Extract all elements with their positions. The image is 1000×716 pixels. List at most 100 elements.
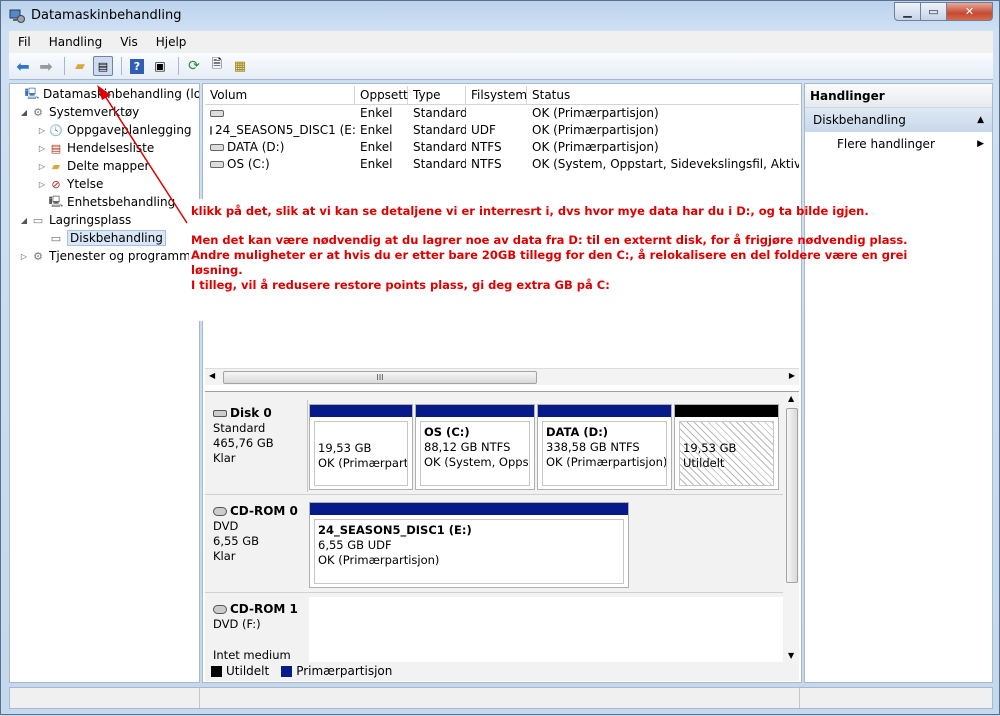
legend: Utildelt Primærpartisjon [209, 663, 392, 679]
more-actions-item[interactable]: Flere handlinger ▶ [805, 132, 992, 156]
folder-up-icon: ▰ [75, 58, 85, 74]
menu-vis[interactable]: Vis [111, 35, 147, 49]
system-tools-icon: ⚙ [33, 105, 43, 119]
menu-fil[interactable]: Fil [9, 35, 40, 49]
show-action-pane-button[interactable]: ▣ [150, 56, 170, 76]
disk-separator [205, 592, 783, 593]
partition-data-d[interactable]: DATA (D:) 338,58 GB NTFS OK (Primærpartisj… [537, 404, 672, 490]
tree-item-enhetsbehandling[interactable]: 🖳 Enhetsbehandling [36, 193, 176, 211]
forward-button[interactable]: ➡ [36, 56, 56, 76]
table-row[interactable]: DATA (D:) Enkel Standard NTFS OK (Primær… [205, 139, 799, 156]
title-bar[interactable]: Datamaskinbehandling ▁ ▭ ✕ [1, 1, 999, 31]
tree-item-root[interactable]: 🖳Datamaskinbehandling (lokal) [12, 85, 199, 103]
up-folder-button[interactable]: ▰ [70, 56, 90, 76]
close-icon: ✕ [964, 5, 975, 18]
partition-os-c[interactable]: OS (C:) 88,12 GB NTFS OK (System, Oppsta [415, 404, 535, 490]
drive-icon [210, 161, 224, 168]
scroll-down-icon[interactable]: ▼ [788, 651, 794, 660]
toolbar-separator [178, 57, 179, 75]
annotation-text-3: Andre muligheter er at hvis du er etter … [191, 248, 908, 262]
tree-item-hendelsesliste[interactable]: ▷ ▤ Hendelsesliste [36, 139, 154, 157]
volume-list-header: Volum Oppsett Type Filsystem Status [205, 86, 799, 105]
actions-pane: Handlinger Diskbehandling ▲ Flere handlin… [804, 83, 993, 683]
table-row[interactable]: OS (C:) Enkel Standard NTFS OK (System, … [205, 156, 799, 173]
menu-handling[interactable]: Handling [40, 35, 112, 49]
tree-item-delte-mapper[interactable]: ▷ ▰ Delte mapper [36, 157, 150, 175]
minimize-icon: ▁ [903, 5, 912, 18]
disk-separator [205, 494, 783, 495]
refresh-icon: ⟳ [188, 58, 200, 74]
expand-arrow-icon[interactable]: ▷ [36, 180, 48, 189]
annotation-text-2: Men det kan være nødvendig at du lagrer … [191, 233, 908, 247]
status-bar [9, 687, 993, 709]
toolbar-separator [64, 57, 65, 75]
expand-arrow-icon[interactable]: ▷ [36, 126, 48, 135]
show-hide-console-tree-button[interactable]: ▤ [93, 56, 113, 76]
status-pane [10, 688, 200, 708]
horizontal-scrollbar[interactable]: ◀ III ▶ [205, 368, 799, 385]
checklist-button[interactable]: ▦ [230, 56, 250, 76]
hard-disk-icon [213, 410, 227, 417]
cd-drive-icon [210, 126, 212, 135]
expand-arrow-icon[interactable]: ▷ [36, 144, 48, 153]
column-volum[interactable]: Volum [205, 86, 355, 104]
actions-section-diskbehandling[interactable]: Diskbehandling ▲ [805, 108, 992, 132]
scroll-right-icon[interactable]: ▶ [789, 371, 795, 380]
collapse-arrow-icon[interactable]: ◢ [18, 108, 30, 117]
partition-system-reserved[interactable]: 19,53 GB OK (Primærpartis [309, 404, 413, 490]
action-pane-icon: ▣ [154, 59, 166, 73]
tree-item-diskbehandling[interactable]: ▭ Diskbehandling [36, 229, 166, 247]
toolbar-separator [121, 57, 122, 75]
properties-button[interactable]: 🗎 [207, 56, 227, 76]
column-type[interactable]: Type [408, 86, 466, 104]
scroll-thumb[interactable] [786, 408, 798, 583]
scroll-left-icon[interactable]: ◀ [209, 371, 215, 380]
checklist-icon: ▦ [233, 58, 247, 74]
column-oppsett[interactable]: Oppsett [355, 86, 408, 104]
tree-item-oppgaveplanlegging[interactable]: ▷ 🕓 Oppgaveplanlegging [36, 121, 192, 139]
column-status[interactable]: Status [527, 86, 799, 104]
event-viewer-icon: ▤ [50, 141, 62, 155]
menu-hjelp[interactable]: Hjelp [147, 35, 196, 49]
disk0-label[interactable]: Disk 0 Standard 465,76 GB Klar [209, 406, 305, 466]
expand-arrow-icon[interactable]: ▷ [36, 162, 48, 171]
cdrom0-label[interactable]: CD-ROM 0 DVD 6,55 GB Klar [209, 504, 305, 564]
refresh-button[interactable]: ⟳ [184, 56, 204, 76]
minimize-button[interactable]: ▁ [894, 2, 921, 21]
tree-item-tjenester[interactable]: ▷ ⚙ Tjenester og programmer [18, 247, 199, 265]
forward-arrow-icon: ➡ [39, 56, 53, 76]
cd-drive-icon [213, 605, 227, 614]
vertical-scrollbar[interactable]: ▲ ▼ [785, 392, 799, 662]
expand-arrow-icon[interactable]: ▷ [18, 252, 30, 261]
column-filsystem[interactable]: Filsystem [466, 86, 527, 104]
actions-header: Handlinger [805, 84, 992, 108]
clock-icon: 🕓 [49, 123, 63, 137]
tree-item-lagringsplass[interactable]: ◢ ▭ Lagringsplass [18, 211, 131, 229]
annotation-text-5: I tilleg, vil å redusere restore points … [191, 278, 610, 292]
partition-unallocated[interactable]: 19,53 GB Utildelt [674, 404, 779, 490]
help-icon: ? [130, 58, 144, 74]
table-row[interactable]: 24_SEASON5_DISC1 (E:) Enkel Standard UDF… [205, 122, 799, 139]
partition-cd-e[interactable]: 24_SEASON5_DISC1 (E:) 6,55 GB UDF OK (Prim… [309, 502, 629, 588]
tree-item-systemverktoy[interactable]: ◢ ⚙ Systemverktøy [18, 103, 139, 121]
scroll-thumb[interactable]: III [223, 371, 537, 384]
scroll-up-icon[interactable]: ▲ [788, 394, 794, 403]
annotation-text-4: løsning. [191, 263, 243, 277]
back-button[interactable]: ⬅ [13, 56, 33, 76]
window-title: Datamaskinbehandling [31, 8, 182, 23]
collapse-up-icon[interactable]: ▲ [977, 108, 984, 132]
cd-drive-icon [213, 507, 227, 516]
submenu-arrow-icon: ▶ [977, 139, 984, 149]
shared-folder-icon: ▰ [51, 159, 61, 173]
cdrom1-label[interactable]: CD-ROM 1 DVD (F:) Intet medium [209, 602, 305, 663]
maximize-button[interactable]: ▭ [921, 2, 947, 21]
legend-primary-swatch [281, 665, 293, 677]
table-row[interactable]: Enkel Standard OK (Primærpartisjon) [205, 105, 799, 122]
window: Datamaskinbehandling ▁ ▭ ✕ Fil Handling … [0, 0, 1000, 715]
tree-item-ytelse[interactable]: ▷ ⊘ Ytelse [36, 175, 103, 193]
status-pane [800, 688, 990, 708]
help-button[interactable]: ? [127, 56, 147, 76]
legend-unallocated-swatch [211, 665, 222, 677]
collapse-arrow-icon[interactable]: ◢ [18, 216, 30, 225]
close-button[interactable]: ✕ [947, 2, 993, 21]
